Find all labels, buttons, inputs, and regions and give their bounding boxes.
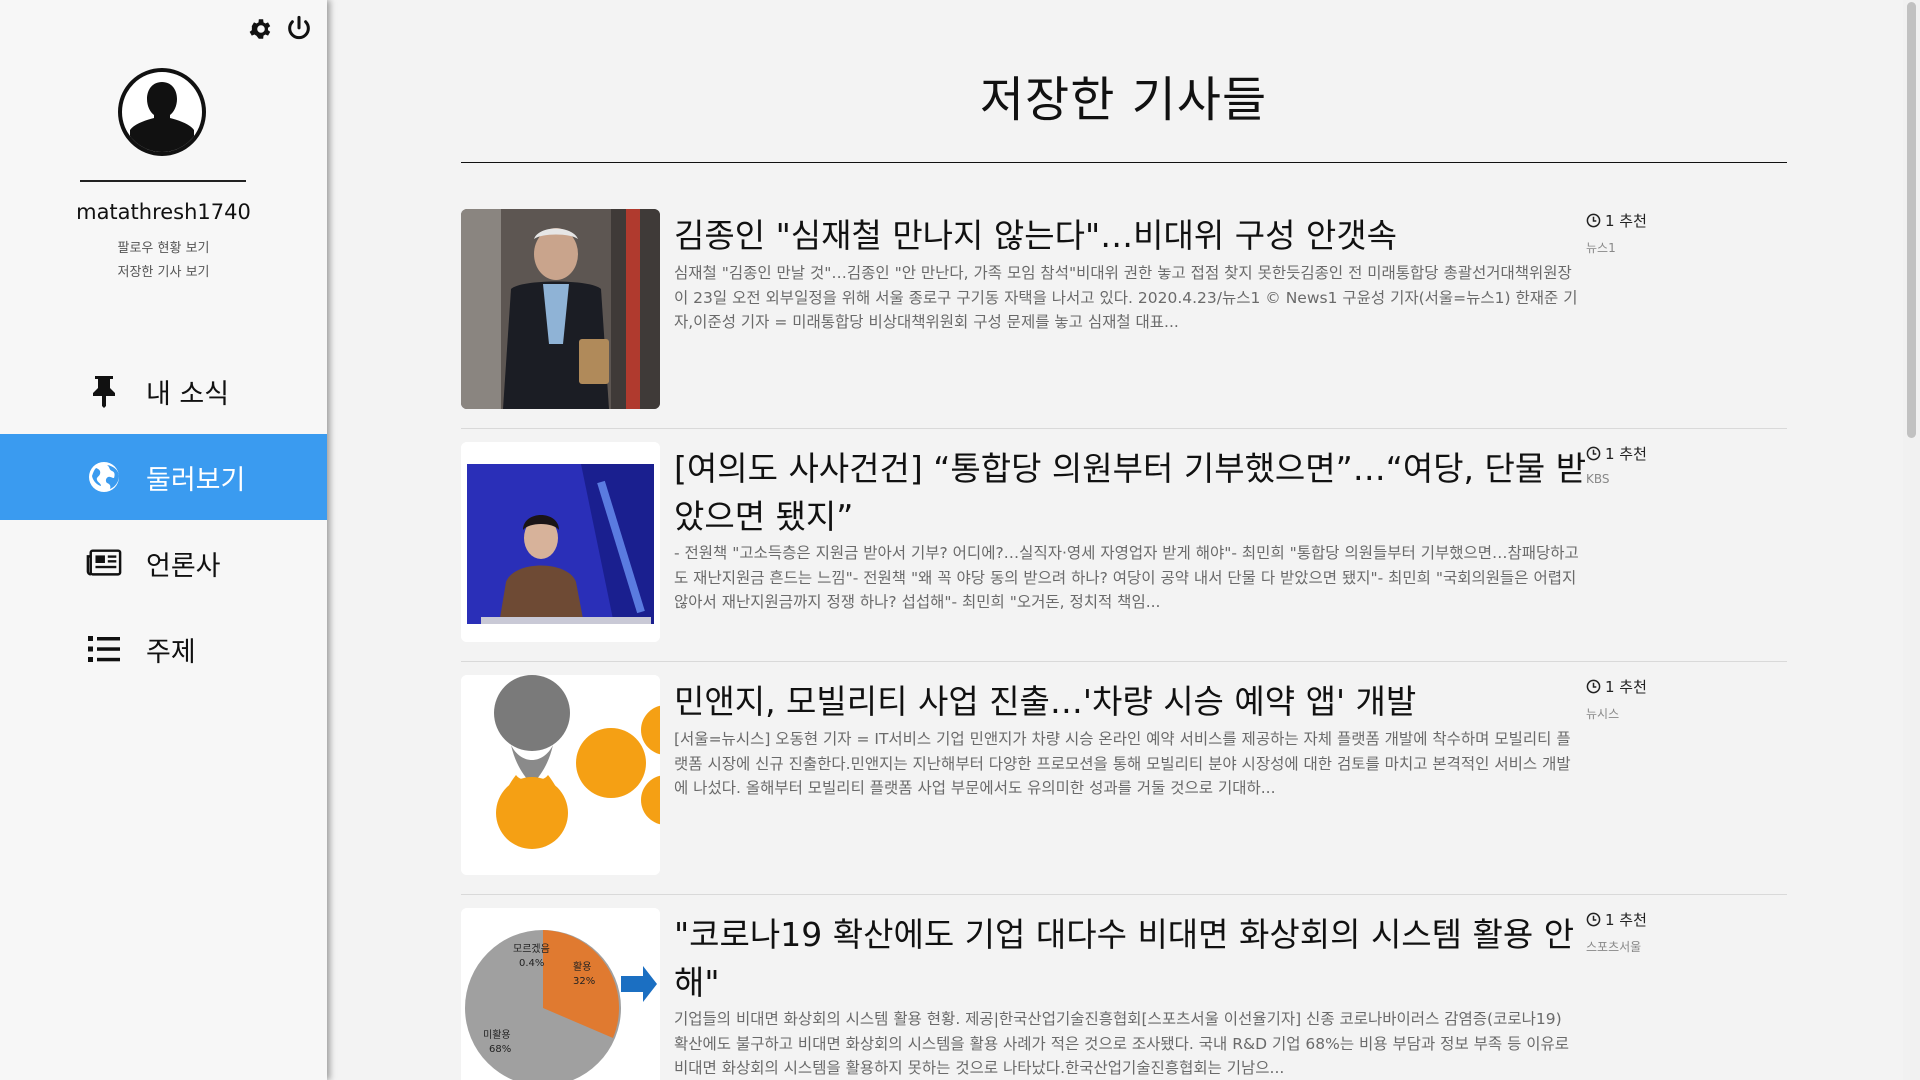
- nav-label: 둘러보기: [146, 464, 246, 496]
- avatar: [118, 68, 206, 156]
- article-card[interactable]: 모르겠음 0.4% 활용 32% 미활용 68% "코로나19 확산에도 기업 …: [461, 895, 1787, 1080]
- article-source: 뉴시스: [1586, 707, 1620, 721]
- recommend-count: 1 추천: [1586, 676, 1776, 697]
- saved-articles-link[interactable]: 저장한 기사 보기: [0, 261, 327, 280]
- nav-item-my-news[interactable]: 내 소식: [0, 348, 327, 434]
- chart-label: 미활용: [483, 1028, 511, 1041]
- recommend-count: 1 추천: [1586, 443, 1776, 464]
- article-thumbnail[interactable]: [461, 442, 660, 642]
- article-title[interactable]: [여의도 사사건건] “통합당 의원부터 기부했으면”…“여당, 단물 받았으면…: [674, 445, 1594, 541]
- article-meta: 1 추천 KBS: [1586, 443, 1776, 486]
- article-meta: 1 추천 뉴스1: [1586, 210, 1776, 256]
- article-meta: 1 추천 뉴시스: [1586, 676, 1776, 722]
- newspaper-icon: [86, 545, 122, 581]
- recommend-count: 1 추천: [1586, 909, 1776, 930]
- article-list: 김종인 "심재철 만나지 않는다"…비대위 구성 안갯속 심재철 "김종인 만날…: [461, 196, 1787, 1080]
- main-content: 저장한 기사들 김종인 "심재철 만나지 않는다"…비대위 구성 안갯속 심재철…: [327, 0, 1920, 1080]
- nav-item-explore[interactable]: 둘러보기: [0, 434, 327, 520]
- chart-label: 68%: [489, 1044, 511, 1055]
- recommend-text: 1 추천: [1605, 212, 1647, 230]
- nav-item-topics[interactable]: 주제: [0, 606, 327, 692]
- scrollbar-thumb[interactable]: [1907, 2, 1916, 438]
- avatar-divider: [80, 180, 246, 182]
- chart-label: 활용: [573, 960, 591, 973]
- article-title[interactable]: 민앤지, 모빌리티 사업 진출…'차량 시승 예약 앱' 개발: [674, 678, 1594, 726]
- chart-label: 32%: [573, 976, 595, 987]
- globe-icon: [86, 459, 122, 495]
- pin-icon: [86, 373, 122, 409]
- article-summary: - 전원책 "고소득층은 지원금 받아서 기부? 어디에?…실직자·영세 자영업…: [674, 544, 1579, 611]
- article-summary: 기업들의 비대면 화상회의 시스템 활용 현황. 제공|한국산업기술진흥협회[스…: [674, 1010, 1570, 1077]
- article-source: KBS: [1586, 472, 1610, 486]
- nav-label: 언론사: [146, 550, 221, 582]
- recommend-text: 1 추천: [1605, 911, 1647, 929]
- username: matathresh1740: [76, 200, 251, 224]
- user-silhouette-icon: [130, 82, 194, 152]
- clock-icon: [1586, 912, 1601, 927]
- article-source: 스포츠서울: [1586, 940, 1642, 954]
- article-source: 뉴스1: [1586, 241, 1616, 255]
- clock-icon: [1586, 446, 1601, 461]
- sidebar: matathresh1740 팔로우 현황 보기 저장한 기사 보기 내 소식 …: [0, 0, 327, 1080]
- gear-icon[interactable]: [246, 14, 276, 44]
- follow-status-link[interactable]: 팔로우 현황 보기: [0, 237, 327, 256]
- chart-label: 모르겠음: [513, 943, 550, 955]
- nav-item-press[interactable]: 언론사: [0, 520, 327, 606]
- recommend-text: 1 추천: [1605, 445, 1647, 463]
- recommend-count: 1 추천: [1586, 210, 1776, 231]
- article-meta: 1 추천 스포츠서울: [1586, 909, 1776, 955]
- sidebar-top-icons: [246, 14, 314, 44]
- article-summary: [서울=뉴시스] 오동현 기자 = IT서비스 기업 민앤지가 차량 시승 온라…: [674, 730, 1571, 797]
- list-icon: [86, 631, 122, 667]
- scrollbar[interactable]: [1903, 0, 1920, 1080]
- article-thumbnail[interactable]: 모르겠음 0.4% 활용 32% 미활용 68%: [461, 908, 660, 1080]
- article-title[interactable]: 김종인 "심재철 만나지 않는다"…비대위 구성 안갯속: [674, 212, 1594, 260]
- clock-icon: [1586, 679, 1601, 694]
- sidebar-nav: 내 소식 둘러보기 언론사 주제: [0, 348, 327, 692]
- clock-icon: [1586, 213, 1601, 228]
- power-icon[interactable]: [284, 14, 314, 44]
- article-card[interactable]: 김종인 "심재철 만나지 않는다"…비대위 구성 안갯속 심재철 "김종인 만날…: [461, 196, 1787, 429]
- chart-label: 0.4%: [519, 958, 544, 969]
- article-card[interactable]: 민앤지, 모빌리티 사업 진출…'차량 시승 예약 앱' 개발 [서울=뉴시스]…: [461, 662, 1787, 895]
- recommend-text: 1 추천: [1605, 678, 1647, 696]
- article-card[interactable]: [여의도 사사건건] “통합당 의원부터 기부했으면”…“여당, 단물 받았으면…: [461, 429, 1787, 662]
- article-thumbnail[interactable]: [461, 675, 660, 875]
- article-summary: 심재철 "김종인 만날 것"…김종인 "안 만난다, 가족 모임 참석"비대위 …: [674, 264, 1578, 331]
- title-divider: [461, 162, 1787, 163]
- nav-label: 내 소식: [146, 378, 230, 410]
- article-title[interactable]: "코로나19 확산에도 기업 대다수 비대면 화상회의 시스템 활용 안 해": [674, 911, 1594, 1007]
- article-thumbnail[interactable]: [461, 209, 660, 409]
- nav-label: 주제: [146, 636, 196, 668]
- page-title: 저장한 기사들: [979, 72, 1268, 128]
